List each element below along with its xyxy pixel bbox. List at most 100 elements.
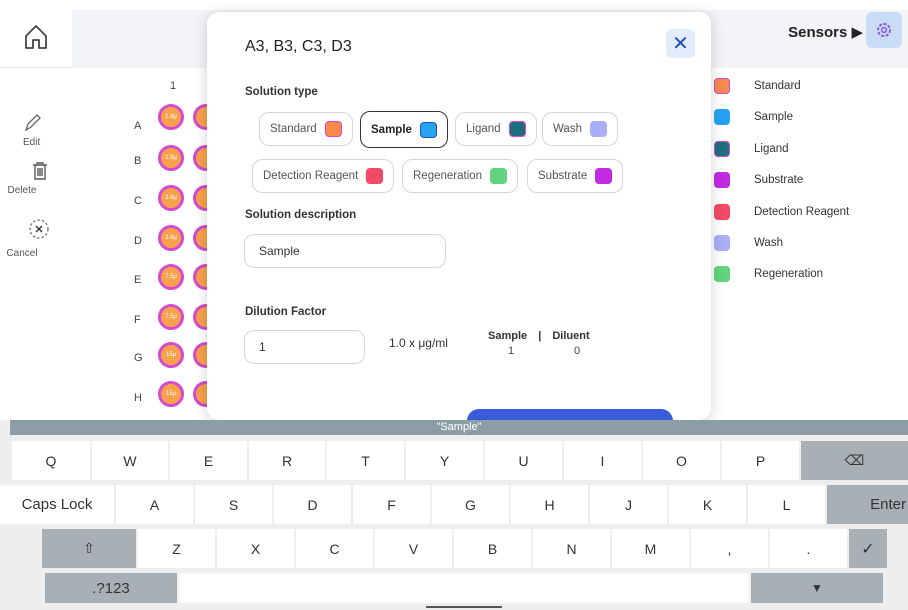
key-y[interactable]: Y xyxy=(406,441,483,480)
pencil-icon xyxy=(24,114,41,132)
well[interactable] xyxy=(193,342,207,368)
key-z[interactable]: Z xyxy=(138,529,215,568)
row-label: D xyxy=(134,235,142,247)
key-p[interactable]: P xyxy=(722,441,799,480)
dilution-factor-input[interactable]: 1 xyxy=(244,330,365,364)
key-t[interactable]: T xyxy=(327,441,404,480)
well[interactable]: 3.8μ xyxy=(158,185,184,211)
well[interactable] xyxy=(193,381,207,407)
legend-label: Regeneration xyxy=(754,268,824,280)
key-e[interactable]: E xyxy=(170,441,247,480)
legend-label: Standard xyxy=(754,80,801,92)
key-a[interactable]: A xyxy=(116,485,193,524)
row-label: H xyxy=(134,392,142,404)
well[interactable]: 15μ xyxy=(158,342,184,368)
legend-swatch xyxy=(714,235,730,251)
key-period[interactable]: . xyxy=(770,529,847,568)
chip-ligand[interactable]: Ligand xyxy=(455,112,537,146)
legend-swatch xyxy=(714,109,730,125)
key-x[interactable]: X xyxy=(217,529,294,568)
key-comma[interactable]: , xyxy=(691,529,768,568)
chip-swatch xyxy=(589,121,607,137)
well[interactable]: 7.5μ xyxy=(158,264,184,290)
on-screen-keyboard: "Sample" Q W E R T Y U I O P ⌫ Caps Lock… xyxy=(0,420,908,610)
key-f[interactable]: F xyxy=(353,485,430,524)
key-d[interactable]: D xyxy=(274,485,351,524)
key-q[interactable]: Q xyxy=(12,441,90,480)
key-k[interactable]: K xyxy=(669,485,746,524)
well[interactable]: 1.9μ xyxy=(158,145,184,171)
key-l[interactable]: L xyxy=(748,485,825,524)
gear-icon[interactable] xyxy=(866,12,902,48)
row-label: F xyxy=(134,314,141,326)
solution-description-input[interactable]: Sample xyxy=(244,234,446,268)
well[interactable]: 7.5μ xyxy=(158,304,184,330)
key-s[interactable]: S xyxy=(195,485,272,524)
chip-wash[interactable]: Wash xyxy=(542,112,618,146)
legend-label: Detection Reagent xyxy=(754,206,850,218)
well[interactable]: 1.9μ xyxy=(158,104,184,130)
chip-regeneration[interactable]: Regeneration xyxy=(402,159,519,193)
chip-standard[interactable]: Standard xyxy=(259,112,353,146)
solution-type-label: Solution type xyxy=(245,86,318,98)
key-r[interactable]: R xyxy=(249,441,325,480)
legend-item: Regeneration xyxy=(714,264,823,284)
key-c[interactable]: C xyxy=(296,529,373,568)
key-o[interactable]: O xyxy=(643,441,720,480)
key-b[interactable]: B xyxy=(454,529,531,568)
well[interactable] xyxy=(193,145,207,171)
well[interactable] xyxy=(193,225,207,251)
well[interactable]: 15μ xyxy=(158,381,184,407)
legend-item: Wash xyxy=(714,233,783,253)
shift-key[interactable]: ⇧ xyxy=(42,529,136,568)
chip-detection-reagent[interactable]: Detection Reagent xyxy=(252,159,395,193)
key-m[interactable]: M xyxy=(612,529,689,568)
chip-swatch xyxy=(595,168,613,184)
key-j[interactable]: J xyxy=(590,485,667,524)
chip-swatch xyxy=(490,168,508,184)
dilution-unit-text: 1.0 x μg/ml xyxy=(389,336,448,350)
sensors-button[interactable]: Sensors ▶ xyxy=(788,23,863,41)
legend-swatch xyxy=(714,204,730,220)
delete-tool[interactable]: Delete xyxy=(0,160,80,196)
key-u[interactable]: U xyxy=(485,441,562,480)
caps-lock-key[interactable]: Caps Lock xyxy=(0,485,114,524)
chip-sample[interactable]: Sample xyxy=(360,111,448,148)
key-v[interactable]: V xyxy=(375,529,452,568)
space-key[interactable] xyxy=(179,573,749,603)
hide-keyboard-key[interactable]: ▼ xyxy=(751,573,883,603)
key-h[interactable]: H xyxy=(511,485,588,524)
apply-button[interactable] xyxy=(467,409,673,420)
key-w[interactable]: W xyxy=(92,441,168,480)
legend-label: Substrate xyxy=(754,174,804,186)
close-icon[interactable]: ✕ xyxy=(666,29,695,58)
sample-ratio-label: Sample xyxy=(488,330,528,342)
dilution-ratio: Sample | Diluent 1 0 xyxy=(488,330,590,357)
chip-substrate[interactable]: Substrate xyxy=(527,159,624,193)
diluent-ratio-label: Diluent xyxy=(552,330,590,342)
well[interactable] xyxy=(193,185,207,211)
well[interactable]: 3.8μ xyxy=(158,225,184,251)
cancel-label: Cancel xyxy=(6,248,38,259)
chip-swatch xyxy=(324,121,342,137)
symbols-key[interactable]: .?123 xyxy=(45,573,177,603)
enter-key[interactable]: Enter xyxy=(827,485,908,524)
cancel-tool[interactable]: Cancel xyxy=(0,218,80,259)
row-label: C xyxy=(134,195,142,207)
key-i[interactable]: I xyxy=(564,441,641,480)
trash-icon xyxy=(33,162,47,180)
key-g[interactable]: G xyxy=(432,485,509,524)
well[interactable] xyxy=(193,264,207,290)
legend-label: Sample xyxy=(754,111,793,123)
well[interactable] xyxy=(193,104,207,130)
backspace-key[interactable]: ⌫ xyxy=(801,441,908,480)
chip-swatch xyxy=(419,121,437,138)
key-n[interactable]: N xyxy=(533,529,610,568)
chip-swatch xyxy=(366,168,384,184)
well[interactable] xyxy=(193,304,207,330)
legend-item: Standard xyxy=(714,76,801,96)
legend-item: Substrate xyxy=(714,170,803,190)
done-key[interactable]: ✓ xyxy=(849,529,887,568)
edit-tool[interactable]: Edit xyxy=(0,112,78,148)
home-icon[interactable] xyxy=(22,22,50,52)
